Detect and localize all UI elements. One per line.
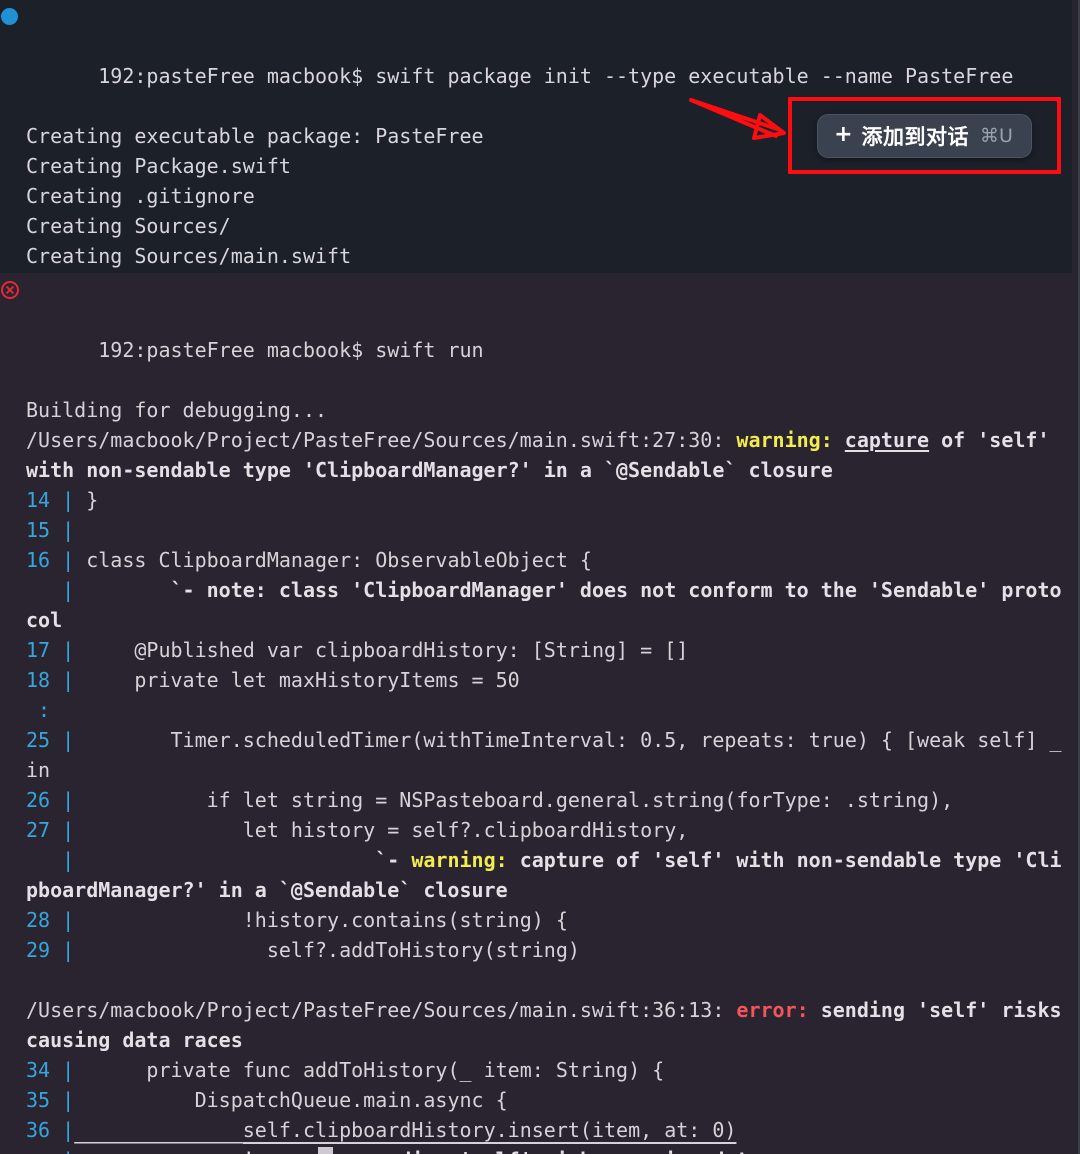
add-to-chat-button[interactable]: + 添加到对话 ⌘U bbox=[817, 113, 1032, 158]
code-snippet-elision: : bbox=[38, 698, 51, 722]
code-snippet-line: 16 | class ClipboardManager: ObservableO… bbox=[26, 548, 592, 572]
code-snippet-line: 28 | !history.contains(string) { bbox=[26, 908, 568, 932]
diagnostic-error-inline: | |- error: sending 'self' risks causing… bbox=[0, 1145, 1072, 1154]
diagnostic-error-header: /Users/macbook/Project/PasteFree/Sources… bbox=[26, 998, 1074, 1052]
terminal-line: Creating Sources/ bbox=[26, 214, 231, 238]
keyboard-shortcut-label: ⌘U bbox=[980, 124, 1013, 147]
code-snippet-line: 25 | Timer.scheduledTimer(withTimeInterv… bbox=[26, 728, 1074, 782]
terminal-caret bbox=[318, 1147, 333, 1154]
plus-icon: + bbox=[834, 121, 853, 147]
code-snippet-line-highlighted: 36 | self.clipboardHistory.insert(item, … bbox=[26, 1118, 737, 1142]
running-dot-icon bbox=[1, 8, 18, 25]
code-snippet-line: 17 | @Published var clipboardHistory: [S… bbox=[26, 638, 689, 662]
code-snippet-line: 14 | } bbox=[26, 488, 99, 512]
annotation-highlight-box: + 添加到对话 ⌘U bbox=[788, 97, 1061, 174]
terminal-line: Building for debugging... bbox=[26, 398, 328, 422]
terminal-line-command: 192:pasteFree macbook$ swift run bbox=[0, 275, 1072, 395]
code-snippet-line: 27 | let history = self?.clipboardHistor… bbox=[26, 818, 689, 842]
error-circle-icon bbox=[1, 281, 19, 299]
diagnostic-warning-inline: | `- warning: capture of 'self' with non… bbox=[26, 848, 1062, 902]
terminal-line: Creating .gitignore bbox=[26, 184, 255, 208]
code-snippet-line: 29 | self?.addToHistory(string) bbox=[26, 938, 580, 962]
diagnostic-note: | `- note: class 'ClipboardManager' does… bbox=[26, 578, 1062, 632]
terminal-line: Creating Sources/main.swift bbox=[26, 244, 352, 268]
diagnostic-warning-header: /Users/macbook/Project/PasteFree/Sources… bbox=[26, 428, 1062, 482]
add-to-chat-label: 添加到对话 bbox=[861, 124, 969, 149]
terminal-block-run: 192:pasteFree macbook$ swift run Buildin… bbox=[0, 273, 1072, 1154]
code-snippet-line: 15 | bbox=[26, 518, 75, 542]
code-snippet-line: 18 | private let maxHistoryItems = 50 bbox=[26, 668, 520, 692]
code-snippet-line: 35 | DispatchQueue.main.async { bbox=[26, 1088, 508, 1112]
terminal-window: 192:pasteFree macbook$ swift package ini… bbox=[0, 0, 1080, 1154]
code-snippet-line: 34 | private func addToHistory(_ item: S… bbox=[26, 1058, 665, 1082]
code-snippet-line: 26 | if let string = NSPasteboard.genera… bbox=[26, 788, 954, 812]
